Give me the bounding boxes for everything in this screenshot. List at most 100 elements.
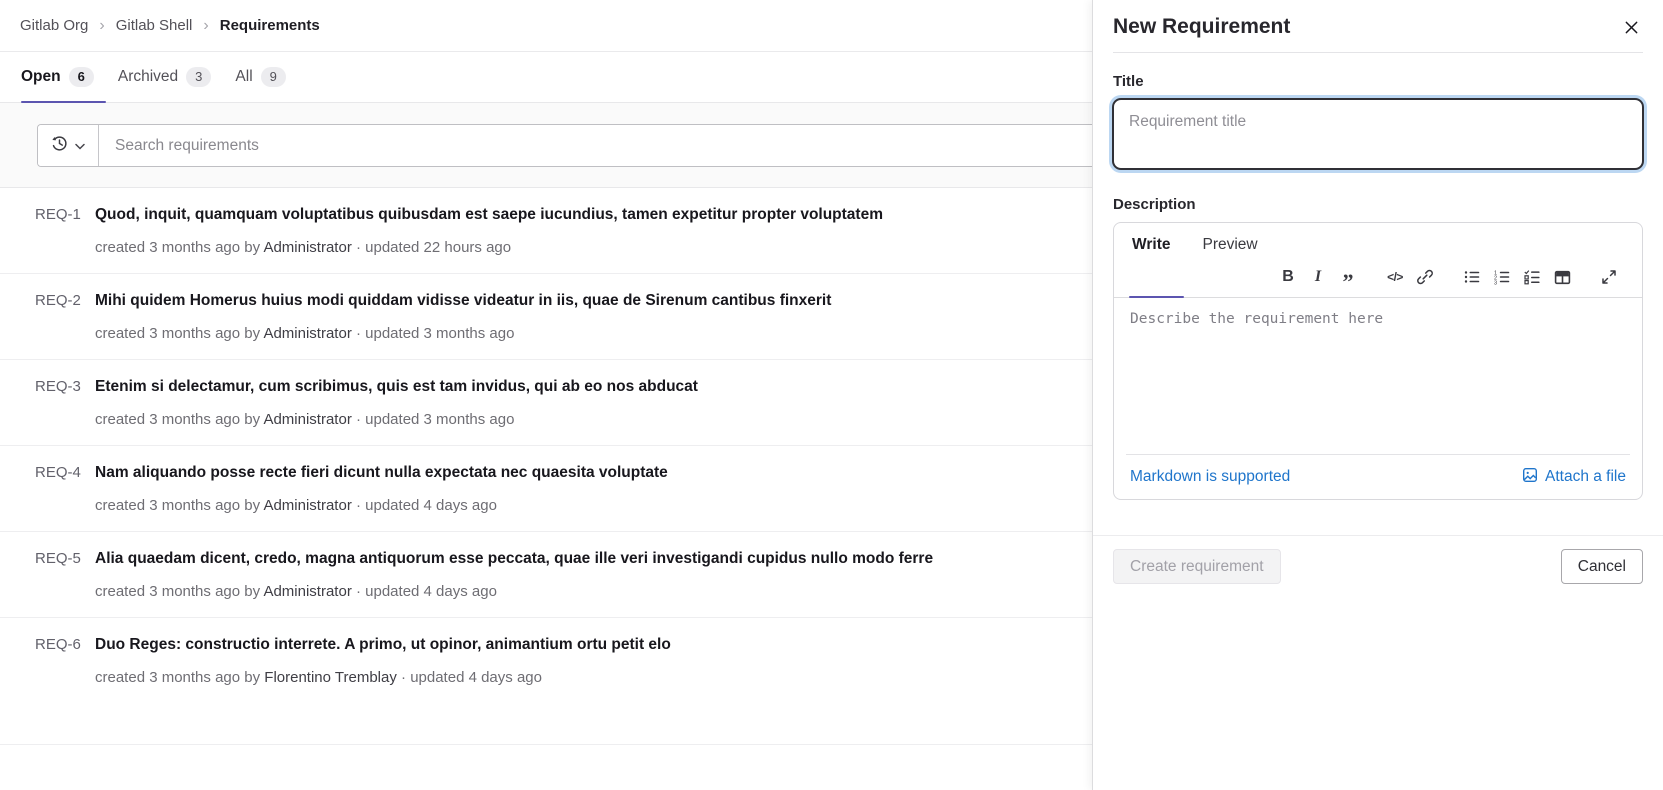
requirement-reference: REQ-3 — [35, 378, 95, 395]
requirement-meta: created 3 months ago by Administrator · … — [95, 497, 1072, 514]
meta-dot-separator: · — [356, 411, 361, 428]
requirement-row: REQ-5 Alia quaedam dicent, credo, magna … — [0, 532, 1092, 618]
author-link[interactable]: Florentino Tremblay — [264, 669, 397, 686]
requirement-meta: created 3 months ago by Administrator · … — [95, 325, 1072, 342]
meta-dot-separator: · — [356, 497, 361, 514]
breadcrumb-item-requirements: Requirements — [220, 17, 320, 34]
quote-button[interactable]: ” — [1333, 264, 1363, 290]
requirement-row: REQ-1 Quod, inquit, quamquam voluptatibu… — [0, 188, 1092, 274]
tab-archived-label: Archived — [118, 68, 178, 86]
tab-open-label: Open — [21, 68, 61, 86]
created-text: created 3 months ago by — [95, 583, 260, 600]
markdown-editor: Write Preview B I ” </> — [1113, 222, 1643, 500]
attach-file-label: Attach a file — [1545, 468, 1626, 486]
link-button[interactable] — [1410, 264, 1440, 290]
tab-open[interactable]: Open 6 — [21, 52, 106, 102]
search-input[interactable] — [99, 125, 1092, 166]
requirement-reference: REQ-2 — [35, 292, 95, 309]
code-button[interactable]: </> — [1380, 264, 1410, 290]
markdown-supported-link[interactable]: Markdown is supported — [1130, 468, 1290, 486]
active-tab-indicator — [1129, 296, 1184, 298]
requirement-reference: REQ-1 — [35, 206, 95, 223]
drawer-title: New Requirement — [1113, 15, 1290, 39]
search-history-dropdown[interactable] — [38, 125, 99, 166]
table-button[interactable] — [1547, 264, 1577, 290]
breadcrumb-separator-icon: › — [99, 18, 104, 34]
created-text: created 3 months ago by — [95, 411, 260, 428]
requirement-title-link[interactable]: Nam aliquando posse recte fieri dicunt n… — [95, 464, 668, 482]
bold-button[interactable]: B — [1273, 264, 1303, 290]
author-link[interactable]: Administrator — [263, 325, 351, 342]
bulleted-list-icon — [1464, 269, 1480, 285]
close-button[interactable] — [1620, 16, 1643, 39]
filtered-search-bar — [0, 103, 1092, 188]
tab-archived[interactable]: Archived 3 — [106, 52, 224, 102]
breadcrumb-item-gitlab-shell[interactable]: Gitlab Shell — [116, 17, 193, 34]
close-icon — [1624, 23, 1639, 38]
author-link[interactable]: Administrator — [263, 411, 351, 428]
tab-all[interactable]: All 9 — [223, 52, 297, 102]
requirements-list: REQ-1 Quod, inquit, quamquam voluptatibu… — [0, 188, 1092, 745]
table-icon — [1554, 269, 1571, 286]
breadcrumb-item-gitlab-org[interactable]: Gitlab Org — [20, 17, 88, 34]
author-link[interactable]: Administrator — [263, 583, 351, 600]
requirement-meta: created 3 months ago by Administrator · … — [95, 583, 1072, 600]
create-requirement-button[interactable]: Create requirement — [1113, 549, 1281, 584]
created-text: created 3 months ago by — [95, 669, 260, 686]
description-field-label: Description — [1113, 196, 1643, 213]
task-list-button[interactable] — [1517, 264, 1547, 290]
drawer-header: New Requirement — [1093, 0, 1663, 52]
requirement-title-link[interactable]: Quod, inquit, quamquam voluptatibus quib… — [95, 206, 883, 224]
requirement-reference: REQ-5 — [35, 550, 95, 567]
markdown-footer: Markdown is supported Attach a file — [1114, 455, 1642, 499]
author-link[interactable]: Administrator — [263, 239, 351, 256]
requirement-meta: created 3 months ago by Administrator · … — [95, 411, 1072, 428]
meta-dot-separator: · — [401, 669, 406, 686]
new-requirement-drawer: New Requirement Title Description Write … — [1092, 0, 1663, 790]
requirement-title-link[interactable]: Duo Reges: constructio interrete. A prim… — [95, 636, 671, 654]
meta-dot-separator: · — [356, 239, 361, 256]
drawer-footer: Create requirement Cancel — [1093, 535, 1663, 597]
requirement-meta: created 3 months ago by Florentino Tremb… — [95, 669, 1072, 686]
italic-button[interactable]: I — [1303, 264, 1333, 290]
app-root: Gitlab Org › Gitlab Shell › Requirements… — [0, 0, 1663, 790]
attach-file-button[interactable]: Attach a file — [1522, 467, 1626, 488]
bulleted-list-button[interactable] — [1457, 264, 1487, 290]
requirement-row: REQ-6 Duo Reges: constructio interrete. … — [0, 618, 1092, 745]
markdown-toolbar: B I ” </> — [1130, 262, 1632, 297]
breadcrumb-separator-icon: › — [203, 18, 208, 34]
tab-all-label: All — [235, 68, 252, 86]
requirements-state-tabs: Open 6 Archived 3 All 9 — [0, 52, 1092, 103]
requirement-title-link[interactable]: Mihi quidem Homerus huius modi quiddam v… — [95, 292, 831, 310]
requirement-title-link[interactable]: Alia quaedam dicent, credo, magna antiqu… — [95, 550, 933, 568]
markdown-tabs: Write Preview — [1130, 232, 1632, 262]
updated-text: updated 22 hours ago — [365, 239, 511, 256]
tab-preview[interactable]: Preview — [1200, 232, 1259, 262]
requirement-reference: REQ-6 — [35, 636, 95, 653]
created-text: created 3 months ago by — [95, 239, 260, 256]
author-link[interactable]: Administrator — [263, 497, 351, 514]
updated-text: updated 3 months ago — [365, 411, 514, 428]
requirement-meta: created 3 months ago by Administrator · … — [95, 239, 1072, 256]
cancel-button[interactable]: Cancel — [1561, 549, 1643, 584]
media-attach-icon — [1522, 467, 1538, 488]
search-box — [37, 124, 1092, 167]
chevron-down-icon — [75, 137, 85, 154]
updated-text: updated 4 days ago — [365, 583, 497, 600]
updated-text: updated 4 days ago — [365, 497, 497, 514]
full-screen-button[interactable] — [1594, 264, 1624, 290]
meta-dot-separator: · — [356, 583, 361, 600]
updated-text: updated 4 days ago — [410, 669, 542, 686]
requirement-title-input[interactable] — [1113, 99, 1643, 169]
quote-icon: ” — [1343, 272, 1354, 282]
tab-archived-count-badge: 3 — [186, 67, 211, 87]
requirement-row: REQ-2 Mihi quidem Homerus huius modi qui… — [0, 274, 1092, 360]
meta-dot-separator: · — [356, 325, 361, 342]
numbered-list-button[interactable]: 1 2 3 — [1487, 264, 1517, 290]
markdown-editor-header: Write Preview B I ” </> — [1114, 223, 1642, 298]
numbered-list-icon: 1 2 3 — [1494, 269, 1510, 285]
requirement-description-input[interactable] — [1114, 298, 1642, 454]
full-screen-icon — [1601, 269, 1617, 285]
tab-write[interactable]: Write — [1130, 232, 1172, 262]
requirement-title-link[interactable]: Etenim si delectamur, cum scribimus, qui… — [95, 378, 698, 396]
